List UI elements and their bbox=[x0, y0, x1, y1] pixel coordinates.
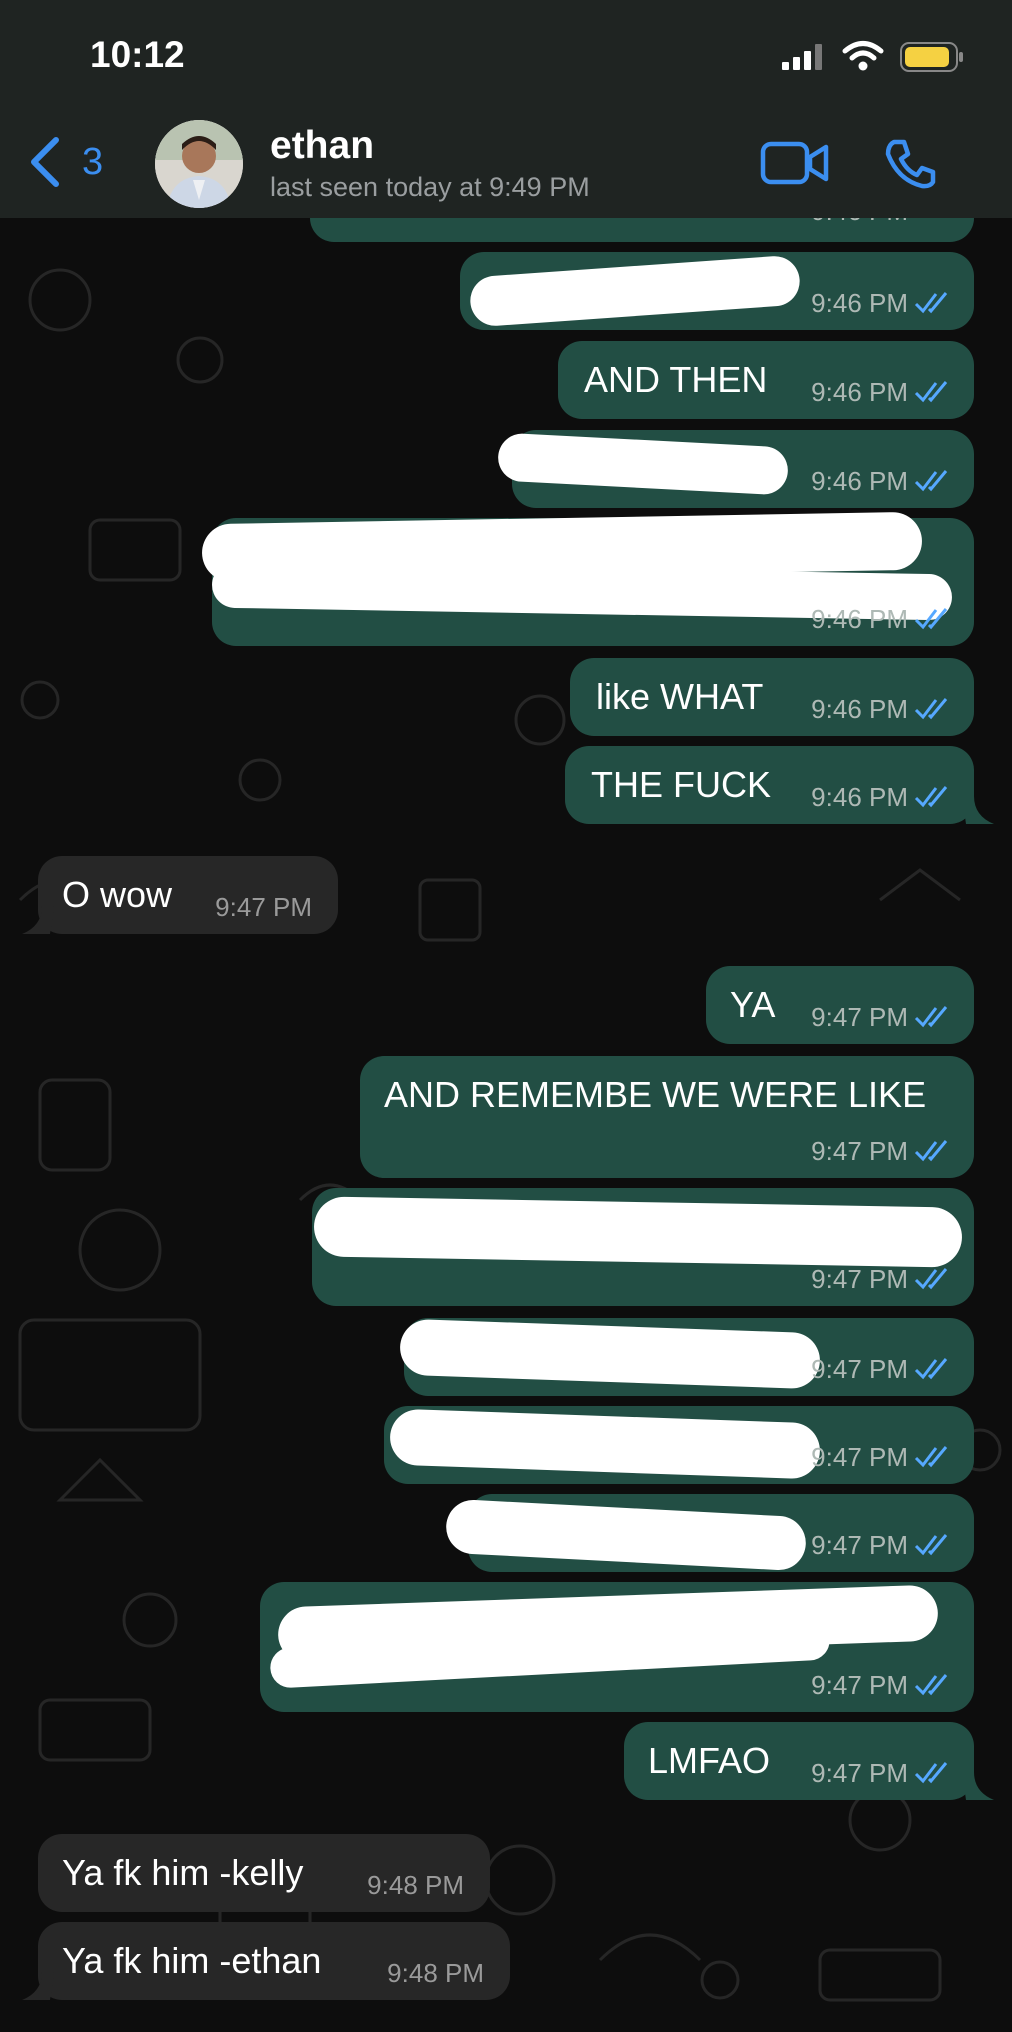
redaction-scribble bbox=[496, 432, 790, 496]
chat-screen: 10:12 3 ethan last seen today at 9:49 PM… bbox=[0, 0, 1012, 2032]
message-time: 9:47 PM bbox=[811, 1758, 908, 1788]
double-check-icon bbox=[914, 470, 948, 492]
double-check-icon bbox=[914, 1358, 948, 1380]
message-time: 9:46 PM bbox=[811, 782, 908, 812]
message-text: O wow bbox=[62, 874, 173, 915]
message-bubble-outgoing[interactable]: 9:46 PM bbox=[496, 430, 974, 508]
message-text: THE FUCK bbox=[591, 764, 771, 805]
unread-count[interactable]: 3 bbox=[82, 141, 103, 184]
double-check-icon bbox=[914, 1762, 948, 1784]
bubble-tail bbox=[962, 796, 994, 824]
double-check-icon bbox=[914, 786, 948, 808]
message-bubble-outgoing[interactable]: 9:47 PM bbox=[399, 1318, 974, 1396]
bubble-tail bbox=[22, 906, 54, 934]
message-text: Ya fk him -kelly bbox=[62, 1852, 304, 1893]
message-text: AND THEN bbox=[584, 359, 768, 400]
double-check-icon bbox=[914, 292, 948, 314]
message-time: 9:46 PM bbox=[811, 288, 908, 318]
message-time: 9:47 PM bbox=[811, 1530, 908, 1560]
message-bubble-outgoing[interactable]: 9:47 PM bbox=[444, 1494, 974, 1572]
message-bubble-incoming[interactable]: O wow 9:47 PM bbox=[38, 856, 338, 934]
message-time: 9:46 PM bbox=[811, 694, 908, 724]
chat-header: 10:12 3 ethan last seen today at 9:49 PM bbox=[0, 0, 1012, 218]
message-time: 9:47 PM bbox=[811, 1670, 908, 1700]
message-time: 9:48 PM bbox=[387, 1958, 484, 1988]
battery-icon bbox=[900, 42, 963, 72]
double-check-icon bbox=[914, 1268, 948, 1290]
message-bubble-incoming[interactable]: Ya fk him -kelly 9:48 PM bbox=[38, 1834, 490, 1912]
bubble-tail bbox=[22, 1972, 54, 2000]
message-time: 9:47 PM bbox=[811, 1136, 908, 1166]
message-bubble-outgoing[interactable]: YA 9:47 PM bbox=[706, 966, 974, 1044]
message-bubble-outgoing[interactable]: THE FUCK 9:46 PM bbox=[565, 746, 974, 824]
message-bubble-outgoing[interactable]: 9:46 PM bbox=[201, 511, 974, 646]
cellular-signal-icon bbox=[782, 44, 822, 70]
message-time: 9:47 PM bbox=[215, 892, 312, 922]
message-bubble-outgoing[interactable]: AND REMEMBE WE WERE LIKE 9:47 PM bbox=[360, 1056, 974, 1178]
message-bubble-outgoing[interactable]: 9:47 PM bbox=[312, 1188, 974, 1306]
redaction-scribble bbox=[468, 254, 802, 328]
message-bubble-incoming[interactable]: Ya fk him -ethan 9:48 PM bbox=[38, 1922, 510, 2000]
last-seen-status: last seen today at 9:49 PM bbox=[270, 172, 590, 202]
message-bubble-outgoing[interactable]: LMFAO 9:47 PM bbox=[624, 1722, 974, 1800]
video-camera-icon[interactable] bbox=[760, 140, 830, 186]
message-time: 9:46 PM bbox=[811, 604, 908, 634]
message-time: 9:46 PM bbox=[811, 466, 908, 496]
redaction-scribble bbox=[444, 1498, 808, 1572]
double-check-icon bbox=[914, 608, 948, 630]
message-bubble-outgoing[interactable]: 9:47 PM bbox=[260, 1582, 974, 1712]
message-bubble-outgoing[interactable]: 9:47 PM bbox=[384, 1406, 974, 1484]
message-bubble-outgoing[interactable]: 9:46 PM bbox=[460, 252, 974, 330]
message-text: Ya fk him -ethan bbox=[62, 1940, 322, 1981]
redaction-scribble bbox=[389, 1408, 821, 1480]
contact-name[interactable]: ethan bbox=[270, 124, 374, 168]
avatar-photo bbox=[155, 120, 243, 208]
message-bubble-outgoing[interactable]: like WHAT 9:46 PM bbox=[570, 658, 974, 736]
contact-avatar[interactable] bbox=[155, 120, 243, 208]
message-text: like WHAT bbox=[596, 676, 764, 717]
wifi-icon bbox=[842, 41, 884, 71]
message-time: 9:46 PM bbox=[811, 377, 908, 407]
double-check-icon bbox=[914, 1006, 948, 1028]
redaction-scribble bbox=[313, 1196, 963, 1268]
message-time: 9:48 PM bbox=[367, 1870, 464, 1900]
message-text: AND REMEMBE WE WERE LIKE bbox=[384, 1074, 927, 1115]
bubble-tail bbox=[962, 1772, 994, 1800]
double-check-icon bbox=[914, 1534, 948, 1556]
double-check-icon bbox=[914, 381, 948, 403]
message-time: 9:47 PM bbox=[811, 1002, 908, 1032]
status-time: 10:12 bbox=[90, 34, 185, 75]
chevron-left-icon[interactable] bbox=[26, 136, 66, 188]
double-check-icon bbox=[914, 1140, 948, 1162]
double-check-icon bbox=[914, 1446, 948, 1468]
phone-icon[interactable] bbox=[884, 138, 936, 190]
message-text: LMFAO bbox=[648, 1740, 771, 1781]
message-bubble-outgoing[interactable]: AND THEN 9:46 PM bbox=[558, 341, 974, 419]
message-text: YA bbox=[730, 984, 776, 1025]
message-time: 9:47 PM bbox=[811, 1354, 908, 1384]
double-check-icon bbox=[914, 698, 948, 720]
message-time: 9:47 PM bbox=[811, 1442, 908, 1472]
redaction-scribble bbox=[399, 1318, 821, 1390]
double-check-icon bbox=[914, 1674, 948, 1696]
message-time: 9:47 PM bbox=[811, 1264, 908, 1294]
